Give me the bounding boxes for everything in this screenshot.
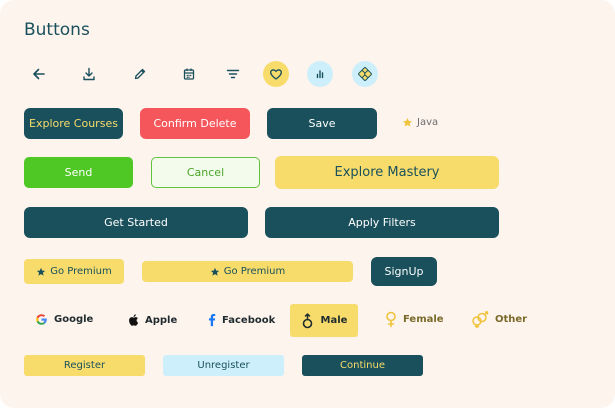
stats-button[interactable] xyxy=(307,61,333,87)
register-button[interactable]: Register xyxy=(24,355,145,376)
bar-chart-icon xyxy=(316,70,324,79)
filter-button[interactable] xyxy=(220,61,246,87)
java-label: Java xyxy=(417,117,439,128)
male-icon xyxy=(302,312,312,328)
google-button[interactable]: Google xyxy=(35,313,93,326)
apply-filters-button[interactable]: Apply Filters xyxy=(265,207,499,238)
apple-icon xyxy=(129,314,139,326)
back-button[interactable] xyxy=(26,61,52,87)
apple-label: Apple xyxy=(145,314,178,326)
female-icon xyxy=(386,311,396,328)
send-button[interactable]: Send xyxy=(24,157,133,188)
gender-other-icon xyxy=(472,311,489,328)
go-premium-button[interactable]: Go Premium xyxy=(24,259,124,284)
download-icon xyxy=(83,67,95,81)
edit-button[interactable] xyxy=(127,61,153,87)
buttons-card: Buttons Explore Courses Confirm Delete S… xyxy=(0,0,615,408)
go-premium-wide-button[interactable]: Go Premium xyxy=(142,261,353,282)
other-button[interactable]: Other xyxy=(471,311,527,328)
explore-mastery-button[interactable]: Explore Mastery xyxy=(275,156,499,189)
go-premium-label: Go Premium xyxy=(223,266,286,277)
google-icon xyxy=(36,314,47,325)
male-button[interactable]: Male xyxy=(290,304,358,337)
continue-button[interactable]: Continue xyxy=(302,355,423,376)
unregister-button[interactable]: Unregister xyxy=(163,355,284,376)
facebook-label: Facebook xyxy=(222,314,276,326)
google-label: Google xyxy=(54,314,94,325)
male-label: Male xyxy=(320,315,348,326)
signup-button[interactable]: SignUp xyxy=(371,257,437,286)
download-button[interactable] xyxy=(76,61,102,87)
other-label: Other xyxy=(495,314,528,325)
confirm-delete-button[interactable]: Confirm Delete xyxy=(140,108,250,139)
facebook-button[interactable]: Facebook xyxy=(208,313,275,327)
explore-courses-button[interactable]: Explore Courses xyxy=(24,108,123,139)
female-label: Female xyxy=(403,314,444,325)
star-icon xyxy=(210,267,219,276)
calendar-button[interactable] xyxy=(176,61,202,87)
facebook-icon xyxy=(208,313,216,327)
pencil-icon xyxy=(134,68,146,80)
clover-button[interactable] xyxy=(352,61,378,87)
heart-icon xyxy=(269,69,283,80)
get-started-button[interactable]: Get Started xyxy=(24,207,248,238)
clover-icon xyxy=(358,67,372,81)
female-button[interactable]: Female xyxy=(385,311,444,328)
apple-button[interactable]: Apple xyxy=(127,313,177,327)
star-icon xyxy=(402,117,413,127)
cancel-button[interactable]: Cancel xyxy=(151,157,260,188)
java-tag[interactable]: Java xyxy=(402,117,438,128)
page-title: Buttons xyxy=(24,20,90,40)
save-button[interactable]: Save xyxy=(267,108,377,139)
favorite-button[interactable] xyxy=(263,61,289,87)
calendar-icon xyxy=(183,68,195,80)
go-premium-label: Go Premium xyxy=(50,266,112,277)
filter-icon xyxy=(226,69,240,79)
arrow-left-icon xyxy=(33,68,45,80)
star-icon xyxy=(37,267,46,276)
